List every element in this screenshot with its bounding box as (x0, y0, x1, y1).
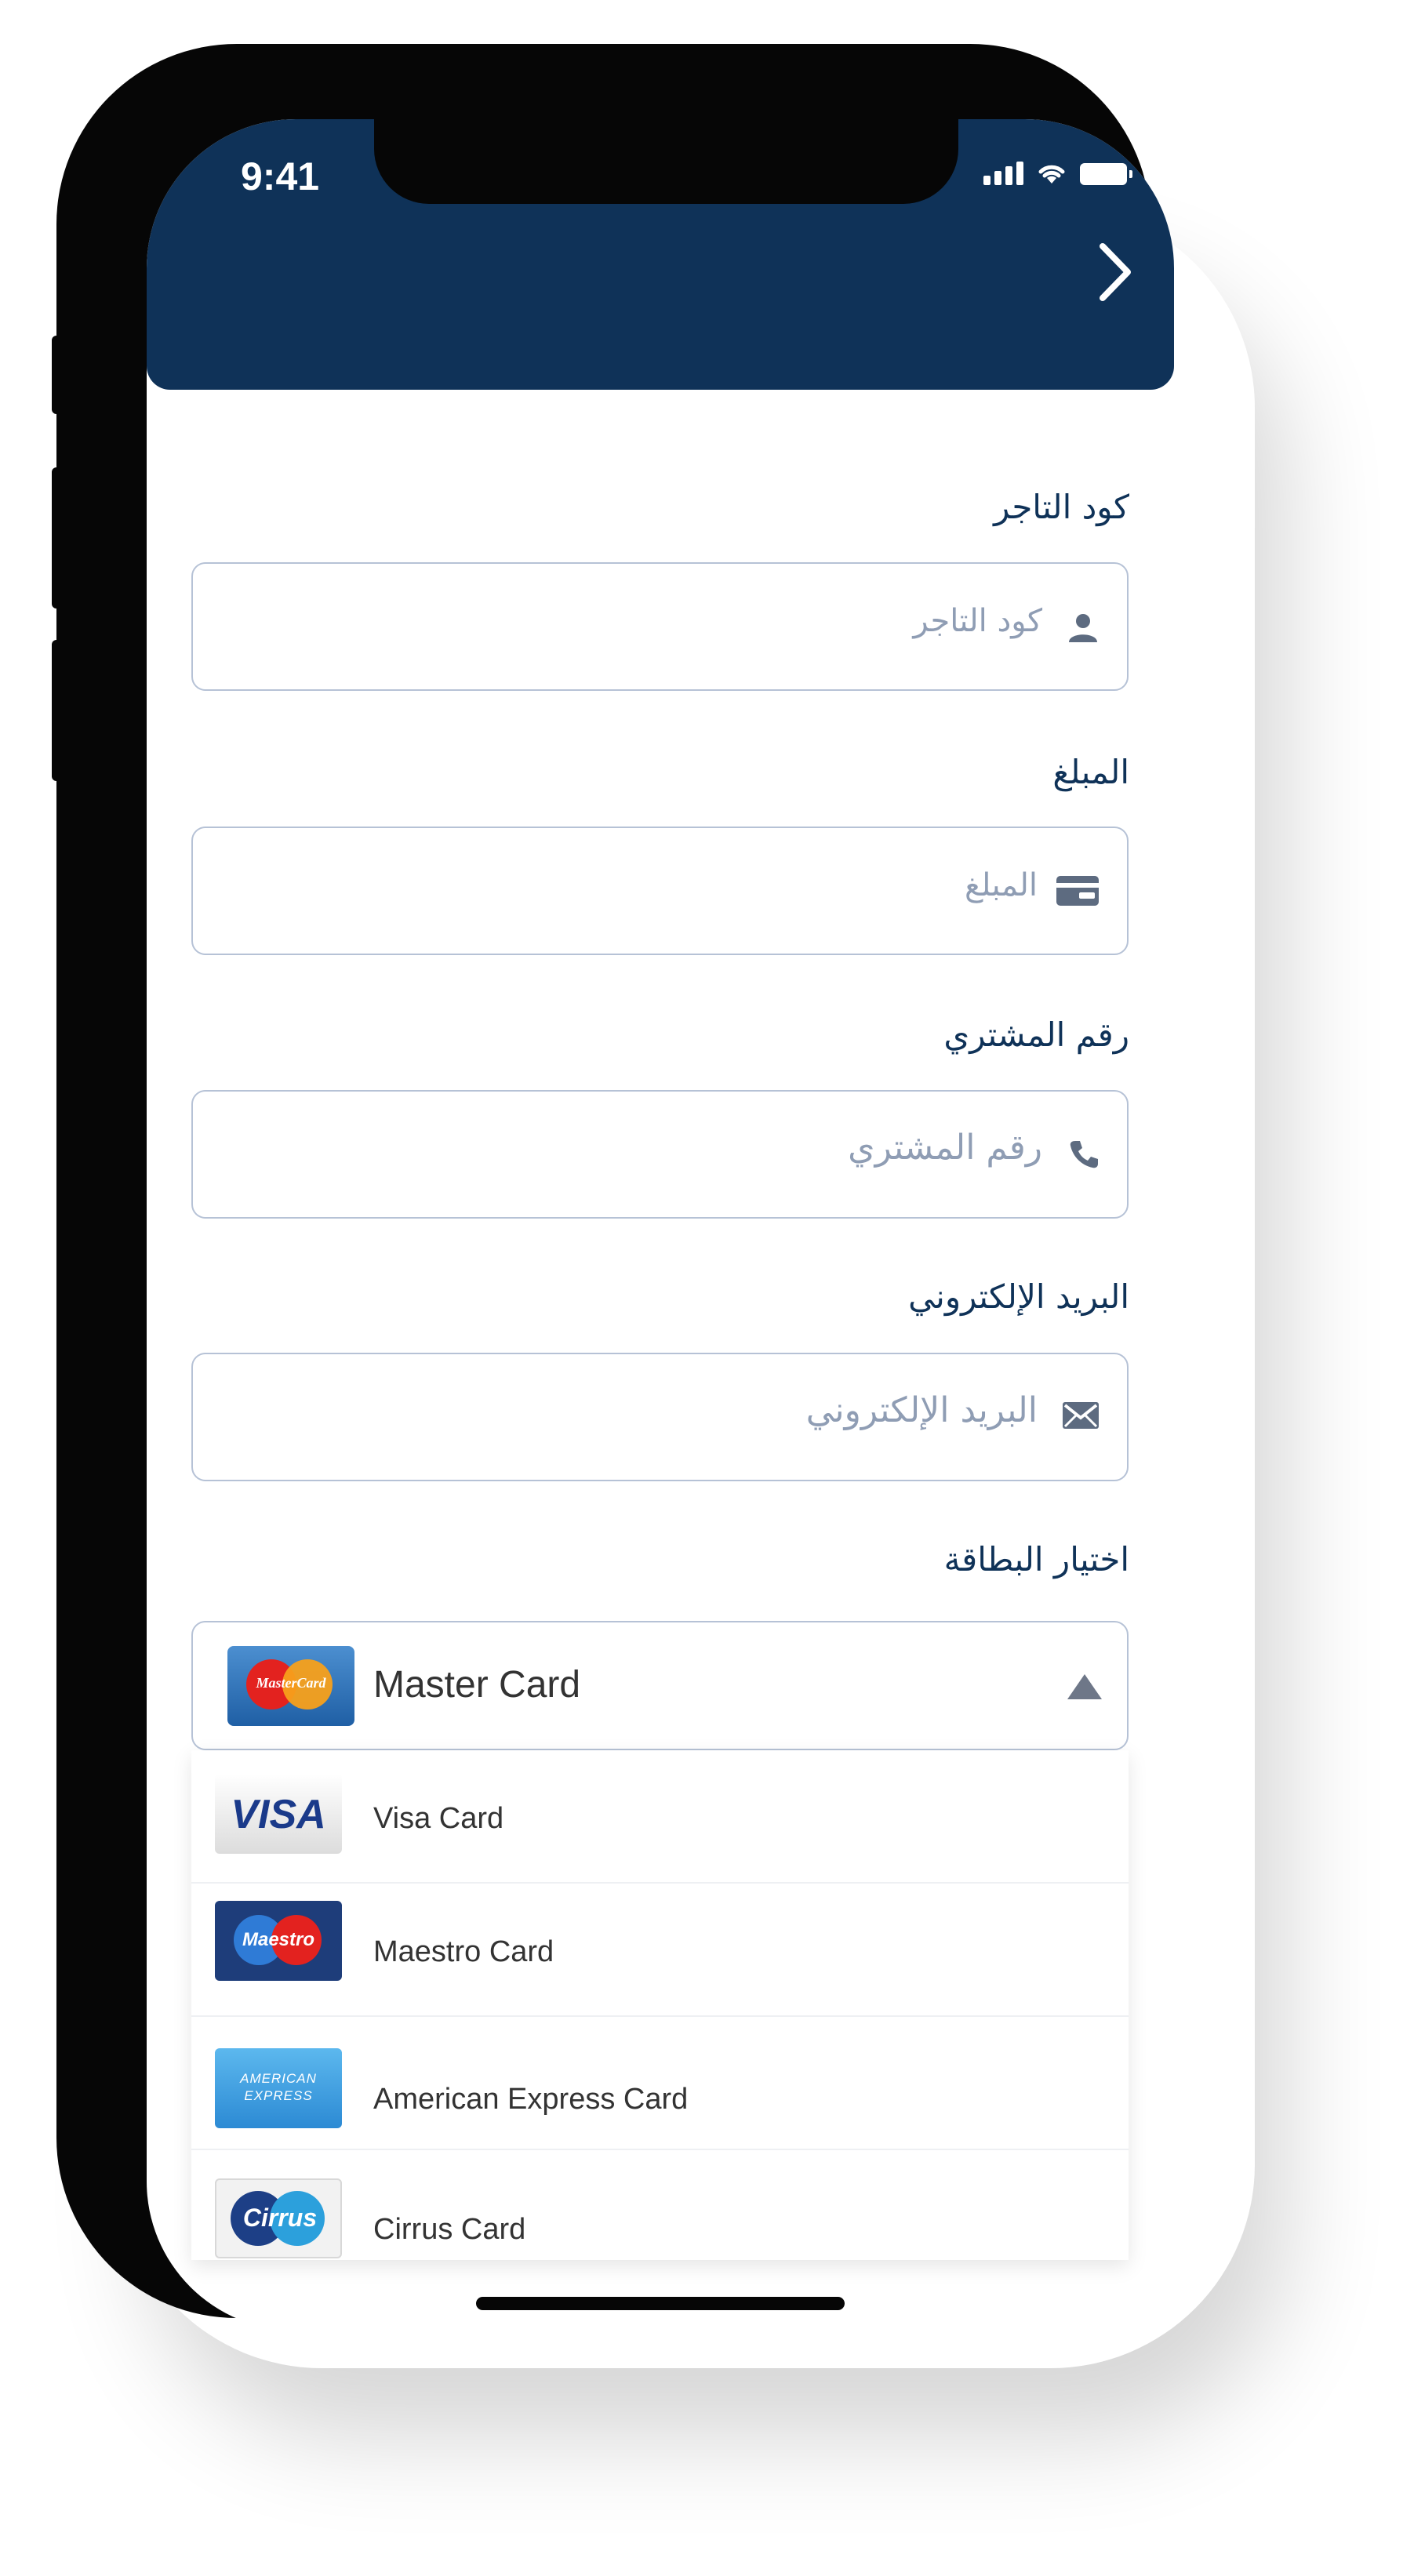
envelope-icon (1063, 1402, 1099, 1429)
maestro-logo: Maestro (215, 1901, 342, 1981)
buyer-number-field[interactable]: رقم المشتري (191, 1090, 1129, 1219)
app-screen: 9:41 كود التاجر كود التاجر المبلغ المبلغ… (147, 119, 1174, 2331)
status-icons (983, 160, 1132, 185)
signal-icon (983, 162, 1023, 185)
email-label: البريد الإلكتروني (908, 1277, 1129, 1316)
buyer-number-placeholder: رقم المشتري (848, 1128, 1042, 1168)
merchant-code-label: كود التاجر (994, 488, 1129, 526)
option-cirrus-card[interactable]: Cirrus Cirrus Card (191, 2150, 1129, 2260)
card-options-dropdown: VISA Visa Card Maestro Maestro Card AMER… (191, 1750, 1129, 2260)
amount-placeholder: المبلغ (964, 867, 1038, 903)
amex-logo-line2: EXPRESS (244, 2088, 313, 2103)
option-maestro-label: Maestro Card (373, 1935, 554, 1968)
visa-logo-text: VISA (231, 1792, 326, 1837)
amex-logo: AMERICAN EXPRESS (215, 2048, 342, 2128)
phone-frame: 9:41 كود التاجر كود التاجر المبلغ المبلغ… (52, 44, 1174, 2331)
option-cirrus-label: Cirrus Card (373, 2213, 526, 2246)
user-icon (1069, 614, 1097, 642)
option-maestro-card[interactable]: Maestro Maestro Card (191, 1884, 1129, 2017)
status-time: 9:41 (241, 154, 320, 198)
volume-up-button (52, 467, 61, 609)
option-amex-card[interactable]: AMERICAN EXPRESS American Express Card (191, 2017, 1129, 2150)
card-select-value: Master Card (373, 1664, 581, 1706)
visa-logo: VISA (215, 1774, 342, 1854)
option-visa-card[interactable]: VISA Visa Card (191, 1750, 1129, 1884)
mastercard-logo-text: MasterCard (256, 1675, 326, 1691)
maestro-logo-text: Maestro (242, 1929, 315, 1950)
volume-down-button (52, 640, 61, 781)
email-placeholder: البريد الإلكتروني (805, 1390, 1038, 1430)
card-icon (1056, 876, 1099, 906)
option-amex-label: American Express Card (373, 2083, 689, 2116)
option-visa-label: Visa Card (373, 1802, 504, 1835)
phone-icon (1070, 1141, 1098, 1168)
home-indicator[interactable] (476, 2297, 845, 2310)
email-field[interactable]: البريد الإلكتروني (191, 1353, 1129, 1481)
amex-logo-line1: AMERICAN (240, 2071, 317, 2086)
notch (374, 119, 958, 204)
card-type-select[interactable]: MasterCard Master Card (191, 1621, 1129, 1750)
merchant-code-field[interactable]: كود التاجر (191, 562, 1129, 691)
amount-label: المبلغ (1052, 753, 1129, 791)
cirrus-logo-text: Cirrus (242, 2204, 318, 2232)
buyer-number-label: رقم المشتري (943, 1016, 1129, 1054)
amount-field[interactable]: المبلغ (191, 827, 1129, 955)
wifi-icon (1038, 165, 1065, 183)
cirrus-logo: Cirrus (215, 2178, 342, 2258)
chevron-right-icon[interactable] (1092, 237, 1139, 307)
battery-icon (1080, 163, 1132, 185)
merchant-code-placeholder: كود التاجر (913, 603, 1042, 639)
silent-switch (52, 336, 61, 414)
caret-up-icon[interactable] (1064, 1671, 1105, 1702)
card-select-label: اختيار البطاقة (943, 1540, 1129, 1579)
mastercard-logo: MasterCard (227, 1646, 354, 1726)
